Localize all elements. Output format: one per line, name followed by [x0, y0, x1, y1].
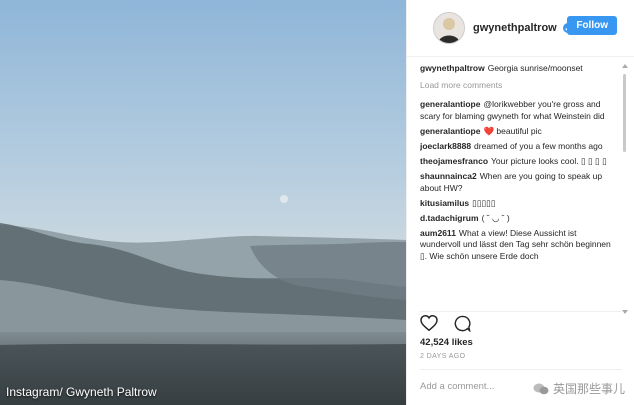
- post-timestamp: 2 DAYS AGO: [420, 353, 466, 360]
- comment-input[interactable]: Add a comment...: [420, 381, 494, 392]
- comment-username[interactable]: theojamesfranco: [420, 156, 488, 166]
- likes-count[interactable]: 42,524 likes: [420, 337, 473, 348]
- scroll-down-icon[interactable]: [622, 310, 628, 314]
- post-photo: Instagram/ Gwyneth Paltrow: [0, 0, 406, 405]
- load-more-comments[interactable]: Load more comments: [420, 80, 618, 91]
- comment-text: ❤️ beautiful pic: [483, 125, 542, 136]
- composer-divider: [420, 369, 622, 370]
- watermark: 英国那些事儿: [533, 380, 625, 397]
- post-header: gwynethpaltrow ✓ Follow: [407, 0, 634, 57]
- instagram-post: Instagram/ Gwyneth Paltrow gwynethpaltro…: [0, 0, 634, 405]
- post-username[interactable]: gwynethpaltrow ✓: [473, 22, 573, 34]
- caption-text: Georgia sunrise/moonset: [487, 63, 583, 73]
- comments-list: gwynethpaltrow Georgia sunrise/moonset Lo…: [420, 63, 618, 310]
- follow-button[interactable]: Follow: [567, 16, 617, 35]
- comment-item: kitusiamilus ▯▯▯▯▯: [420, 198, 618, 209]
- comment-item: shaunnainca2 When are you going to speak …: [420, 171, 618, 193]
- comment-item: generalantiope @lorikwebber you're gross …: [420, 99, 618, 121]
- comment-text: dreamed of you a few months ago: [474, 141, 603, 152]
- comment-username[interactable]: generalantiope: [420, 126, 480, 136]
- comment-text: Your picture looks cool. ▯ ▯ ▯ ▯: [491, 156, 607, 167]
- comment-text: ▯▯▯▯▯: [472, 197, 496, 208]
- scroll-up-icon[interactable]: [622, 64, 628, 68]
- wechat-icon: [533, 383, 549, 395]
- photo-credit: Instagram/ Gwyneth Paltrow: [6, 385, 157, 399]
- scrollbar-thumb[interactable]: [623, 74, 626, 152]
- heart-icon[interactable]: [420, 315, 438, 332]
- comment-icon[interactable]: [454, 315, 471, 332]
- caption: gwynethpaltrow Georgia sunrise/moonset: [420, 63, 618, 74]
- comments-scrollbar[interactable]: [622, 64, 628, 314]
- username-text[interactable]: gwynethpaltrow: [473, 22, 557, 34]
- watermark-text: 英国那些事儿: [552, 382, 625, 396]
- comment-item: generalantiope ❤️ beautiful pic: [420, 126, 618, 137]
- post-side-panel: gwynethpaltrow ✓ Follow gwynethpaltrowGe…: [406, 0, 634, 405]
- actions-divider: [420, 311, 622, 312]
- avatar[interactable]: [433, 12, 465, 44]
- comment-item: d.tadachigrum( ˘ ◡ ˘ ): [420, 213, 618, 224]
- comment-username[interactable]: shaunnainca2: [420, 171, 477, 181]
- landscape-image: [0, 0, 406, 405]
- comment-item: joeclark8888 dreamed of you a few months …: [420, 141, 618, 152]
- comment-username[interactable]: kitusiamilus: [420, 198, 469, 208]
- comment-username[interactable]: joeclark8888: [420, 141, 471, 151]
- post-actions: [420, 315, 471, 332]
- comment-username[interactable]: aum2611: [420, 228, 456, 238]
- comment-username[interactable]: generalantiope: [420, 99, 480, 109]
- caption-username[interactable]: gwynethpaltrow: [420, 63, 485, 73]
- comment-item: aum2611 What a view! Diese Aussicht ist w…: [420, 228, 618, 262]
- comment-text: ( ˘ ◡ ˘ ): [481, 213, 510, 224]
- comment-username[interactable]: d.tadachigrum: [420, 213, 479, 223]
- comment-item: theojamesfranco Your picture looks cool. …: [420, 156, 618, 167]
